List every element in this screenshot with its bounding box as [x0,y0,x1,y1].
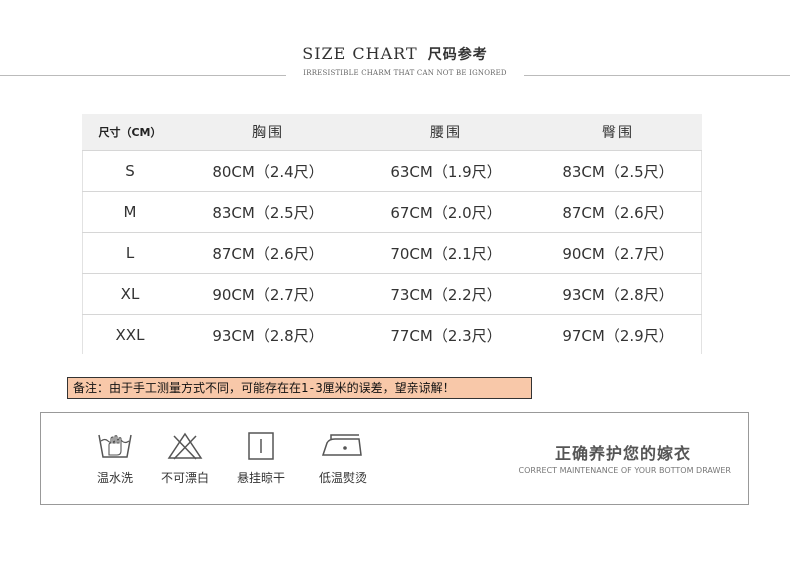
care-item-hang: 悬挂晾干 [231,431,291,486]
header-size: 尺寸（CM） [98,126,162,139]
cell-hip: 87CM（2.6尺） [562,203,674,222]
cell-size: L [125,244,135,262]
cell-size: M [123,203,137,221]
cell-waist: 63CM（1.9尺） [390,162,502,181]
cell-size: XXL [115,326,145,344]
cell-bust: 93CM（2.8尺） [212,326,324,345]
cell-size: S [125,162,135,180]
page-title: SIZE CHART 尺码参考 [0,44,790,64]
low-iron-icon [321,434,362,456]
cell-waist: 70CM（2.1尺） [390,244,502,263]
divider-left [0,75,286,76]
cell-hip: 83CM（2.5尺） [562,162,674,181]
title-cn: 尺码参考 [427,47,488,63]
subtitle-row: IRRESISTIBLE CHARM THAT CAN NOT BE IGNOR… [0,69,790,81]
measurement-note: 备注：由于手工测量方式不同，可能存在在1-3厘米的误差，望亲谅解！ [67,377,532,399]
divider-right [524,75,790,76]
care-instructions: 温水洗 不可漂白 悬挂晾干 低温熨烫 正确养护您的嫁衣 CORRECT MAIN… [40,412,749,505]
care-label: 温水洗 [96,471,133,485]
page-subtitle: IRRESISTIBLE CHARM THAT CAN NOT BE IGNOR… [303,69,507,77]
care-label: 低温熨烫 [318,471,367,485]
cell-bust: 87CM（2.6尺） [212,244,324,263]
header-waist: 腰围 [430,125,462,141]
care-label: 不可漂白 [160,471,209,485]
care-label: 悬挂晾干 [236,471,285,485]
cell-bust: 80CM（2.4尺） [212,162,324,181]
header-bust: 胸围 [252,125,284,141]
no-bleach-icon [167,432,203,460]
header-hip: 臀围 [602,125,634,141]
table-row: M 83CM（2.5尺） 67CM（2.0尺） 87CM（2.6尺） [82,191,702,232]
care-item-bleach: 不可漂白 [155,431,215,486]
cell-bust: 90CM（2.7尺） [212,285,324,304]
table-row: L 87CM（2.6尺） 70CM（2.1尺） 90CM（2.7尺） [82,232,702,273]
cell-size: XL [120,285,140,303]
hang-dry-icon [248,432,274,460]
hand-wash-icon [98,434,132,458]
title-en: SIZE CHART [302,44,418,63]
care-item-wash: 温水洗 [85,431,145,486]
cell-waist: 73CM（2.2尺） [390,285,502,304]
table-header: 尺寸（CM） 胸围 腰围 臀围 [82,114,702,150]
care-subtitle: CORRECT MAINTENANCE OF YOUR BOTTOM DRAWE… [518,466,731,475]
care-title: 正确养护您的嫁衣 [555,444,692,463]
table-row: XL 90CM（2.7尺） 73CM（2.2尺） 93CM（2.8尺） [82,273,702,314]
cell-waist: 67CM（2.0尺） [390,203,502,222]
table-row: S 80CM（2.4尺） 63CM（1.9尺） 83CM（2.5尺） [82,150,702,191]
care-item-iron: 低温熨烫 [309,431,377,486]
cell-hip: 93CM（2.8尺） [562,285,674,304]
cell-bust: 83CM（2.5尺） [212,203,324,222]
table-row: XXL 93CM（2.8尺） 77CM（2.3尺） 97CM（2.9尺） [82,314,702,355]
cell-waist: 77CM（2.3尺） [390,326,502,345]
size-table: 尺寸（CM） 胸围 腰围 臀围 S 80CM（2.4尺） 63CM（1.9尺） … [82,114,702,355]
cell-hip: 90CM（2.7尺） [562,244,674,263]
cell-hip: 97CM（2.9尺） [562,326,674,345]
